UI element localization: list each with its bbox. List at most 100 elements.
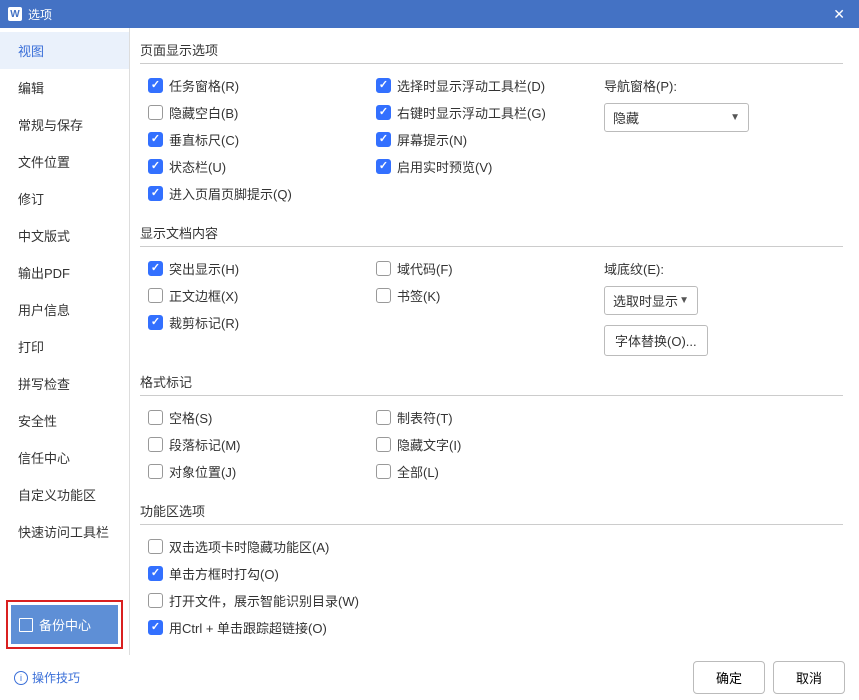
- func-option-label[interactable]: 单击方框时打勾(O): [169, 564, 279, 583]
- sidebar-item[interactable]: 输出PDF: [0, 254, 129, 291]
- page-display-label[interactable]: 选择时显示浮动工具栏(D): [397, 76, 545, 95]
- page-display-checkbox[interactable]: [376, 78, 391, 93]
- font-replace-button[interactable]: 字体替换(O)...: [604, 325, 708, 356]
- func-option-checkbox[interactable]: [148, 566, 163, 581]
- doc-content-row: 域代码(F): [368, 255, 596, 282]
- backup-label: 备份中心: [39, 615, 91, 634]
- nav-pane-label: 导航窗格(P):: [596, 72, 843, 99]
- func-option-row: 用Ctrl + 单击跟踪超链接(O): [140, 614, 843, 641]
- ok-button[interactable]: 确定: [693, 661, 765, 694]
- format-mark-label[interactable]: 对象位置(J): [169, 462, 236, 481]
- doc-content-row: 突出显示(H): [140, 255, 368, 282]
- page-display-checkbox[interactable]: [376, 105, 391, 120]
- doc-content-row: 正文边框(X): [140, 282, 368, 309]
- page-display-checkbox[interactable]: [376, 159, 391, 174]
- sidebar-item[interactable]: 拼写检查: [0, 365, 129, 402]
- format-mark-checkbox[interactable]: [376, 464, 391, 479]
- doc-content-checkbox[interactable]: [148, 261, 163, 276]
- page-display-checkbox[interactable]: [148, 132, 163, 147]
- page-display-label[interactable]: 启用实时预览(V): [397, 157, 492, 176]
- format-mark-label[interactable]: 全部(L): [397, 462, 439, 481]
- sidebar-item[interactable]: 安全性: [0, 402, 129, 439]
- doc-content-label[interactable]: 正文边框(X): [169, 286, 238, 305]
- format-mark-row: 制表符(T): [368, 404, 596, 431]
- section-title-doc-content: 显示文档内容: [140, 223, 843, 247]
- backup-highlight: 备份中心: [6, 600, 123, 649]
- func-option-row: 打开文件，展示智能识别目录(W): [140, 587, 843, 614]
- func-option-checkbox[interactable]: [148, 593, 163, 608]
- sidebar-item[interactable]: 文件位置: [0, 143, 129, 180]
- sidebar-item[interactable]: 用户信息: [0, 291, 129, 328]
- page-display-label[interactable]: 屏幕提示(N): [397, 130, 467, 149]
- titlebar: W 选项 ✕: [0, 0, 859, 28]
- func-option-checkbox[interactable]: [148, 539, 163, 554]
- page-display-checkbox[interactable]: [148, 105, 163, 120]
- page-display-label[interactable]: 隐藏空白(B): [169, 103, 238, 122]
- func-option-checkbox[interactable]: [148, 620, 163, 635]
- format-mark-label[interactable]: 空格(S): [169, 408, 212, 427]
- page-display-checkbox[interactable]: [376, 132, 391, 147]
- backup-center-button[interactable]: 备份中心: [11, 605, 118, 644]
- doc-content-checkbox[interactable]: [376, 261, 391, 276]
- page-display-checkbox[interactable]: [148, 186, 163, 201]
- page-display-label[interactable]: 任务窗格(R): [169, 76, 239, 95]
- doc-content-label[interactable]: 突出显示(H): [169, 259, 239, 278]
- field-shading-value: 选取时显示: [613, 291, 678, 310]
- doc-content-checkbox[interactable]: [376, 288, 391, 303]
- page-display-row: 进入页眉页脚提示(Q): [140, 180, 368, 207]
- sidebar-item[interactable]: 信任中心: [0, 439, 129, 476]
- sidebar-item[interactable]: 快速访问工具栏: [0, 513, 129, 550]
- format-mark-row: 空格(S): [140, 404, 368, 431]
- info-icon: i: [14, 671, 28, 685]
- format-mark-checkbox[interactable]: [376, 410, 391, 425]
- format-mark-row: 全部(L): [368, 458, 596, 485]
- doc-content-checkbox[interactable]: [148, 288, 163, 303]
- format-mark-label[interactable]: 段落标记(M): [169, 435, 241, 454]
- page-display-row: 右键时显示浮动工具栏(G): [368, 99, 596, 126]
- page-display-label[interactable]: 状态栏(U): [169, 157, 226, 176]
- sidebar-item[interactable]: 打印: [0, 328, 129, 365]
- format-mark-label[interactable]: 制表符(T): [397, 408, 453, 427]
- page-display-label[interactable]: 进入页眉页脚提示(Q): [169, 184, 292, 203]
- page-display-row: 垂直标尺(C): [140, 126, 368, 153]
- format-mark-label[interactable]: 隐藏文字(I): [397, 435, 461, 454]
- format-mark-checkbox[interactable]: [376, 437, 391, 452]
- nav-pane-select[interactable]: 隐藏 ▼: [604, 103, 749, 132]
- doc-content-label[interactable]: 书签(K): [397, 286, 440, 305]
- section-title-func: 功能区选项: [140, 501, 843, 525]
- page-display-row: 任务窗格(R): [140, 72, 368, 99]
- format-mark-checkbox[interactable]: [148, 410, 163, 425]
- page-display-row: 屏幕提示(N): [368, 126, 596, 153]
- tips-label: 操作技巧: [32, 669, 80, 686]
- sidebar-item[interactable]: 修订: [0, 180, 129, 217]
- page-display-checkbox[interactable]: [148, 159, 163, 174]
- doc-content-row: 裁剪标记(R): [140, 309, 368, 336]
- doc-content-label[interactable]: 裁剪标记(R): [169, 313, 239, 332]
- footer: i 操作技巧 确定 取消: [0, 655, 859, 700]
- page-display-checkbox[interactable]: [148, 78, 163, 93]
- func-option-label[interactable]: 用Ctrl + 单击跟踪超链接(O): [169, 618, 327, 637]
- format-mark-checkbox[interactable]: [148, 437, 163, 452]
- page-display-label[interactable]: 垂直标尺(C): [169, 130, 239, 149]
- func-option-label[interactable]: 双击选项卡时隐藏功能区(A): [169, 537, 329, 556]
- tips-link[interactable]: i 操作技巧: [14, 669, 80, 686]
- section-title-format: 格式标记: [140, 372, 843, 396]
- cancel-button[interactable]: 取消: [773, 661, 845, 694]
- sidebar-item[interactable]: 中文版式: [0, 217, 129, 254]
- page-display-row: 启用实时预览(V): [368, 153, 596, 180]
- doc-content-checkbox[interactable]: [148, 315, 163, 330]
- page-display-label[interactable]: 右键时显示浮动工具栏(G): [397, 103, 546, 122]
- format-mark-checkbox[interactable]: [148, 464, 163, 479]
- backup-icon: [19, 618, 33, 632]
- close-icon[interactable]: ✕: [827, 6, 851, 23]
- format-mark-row: 隐藏文字(I): [368, 431, 596, 458]
- func-option-row: 单击方框时打勾(O): [140, 560, 843, 587]
- sidebar-item[interactable]: 编辑: [0, 69, 129, 106]
- page-display-row: 隐藏空白(B): [140, 99, 368, 126]
- field-shading-select[interactable]: 选取时显示 ▼: [604, 286, 698, 315]
- sidebar-item[interactable]: 自定义功能区: [0, 476, 129, 513]
- func-option-label[interactable]: 打开文件，展示智能识别目录(W): [169, 591, 359, 610]
- doc-content-label[interactable]: 域代码(F): [397, 259, 453, 278]
- sidebar-item[interactable]: 常规与保存: [0, 106, 129, 143]
- sidebar-item[interactable]: 视图: [0, 32, 129, 69]
